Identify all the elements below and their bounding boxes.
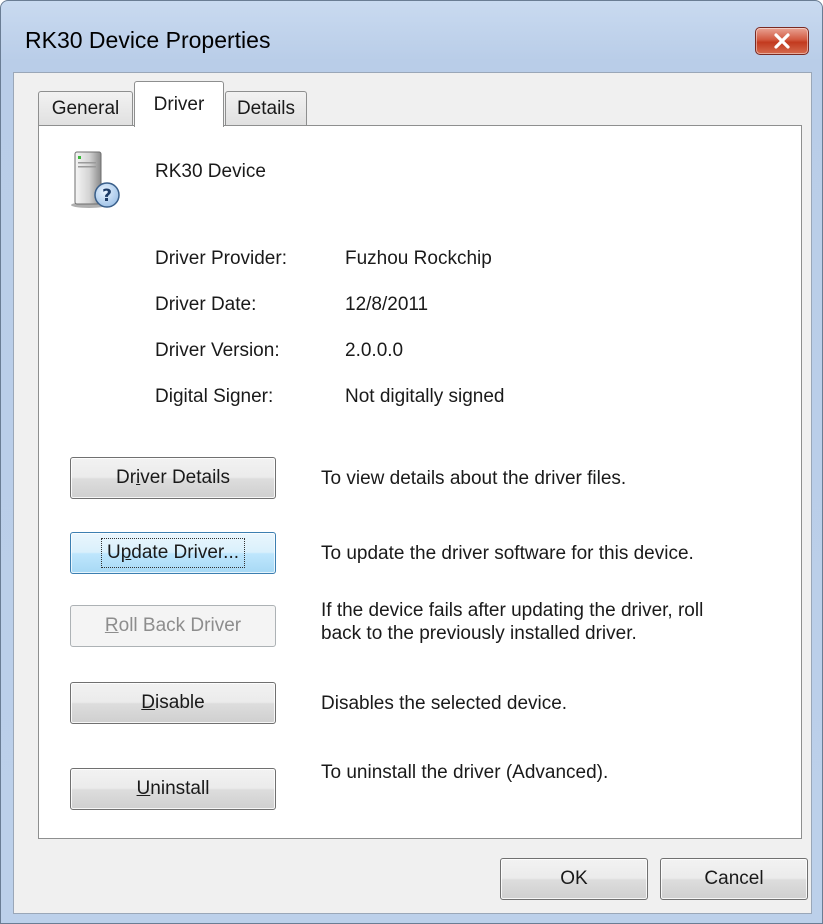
tab-driver[interactable]: Driver bbox=[134, 81, 224, 127]
driver-provider-label: Driver Provider: bbox=[155, 248, 287, 269]
window-title: RK30 Device Properties bbox=[25, 27, 271, 53]
tab-general-label: General bbox=[51, 98, 120, 119]
digital-signer-value: Not digitally signed bbox=[345, 386, 505, 407]
driver-version-value: 2.0.0.0 bbox=[345, 340, 404, 361]
roll-back-driver-button-label: Roll Back Driver bbox=[104, 615, 242, 636]
driver-details-button-label: Driver Details bbox=[115, 467, 231, 488]
disable-description: Disables the selected device. bbox=[321, 693, 568, 714]
uninstall-description: To uninstall the driver (Advanced). bbox=[321, 762, 609, 783]
tab-details[interactable]: Details bbox=[225, 91, 307, 126]
ok-button[interactable]: OK bbox=[500, 858, 648, 900]
dialog-client-area: General Driver Details ? RK30 Device Dri… bbox=[13, 72, 812, 914]
disable-button[interactable]: Disable bbox=[70, 682, 276, 724]
driver-version-label: Driver Version: bbox=[155, 340, 280, 361]
driver-details-description: To view details about the driver files. bbox=[321, 468, 627, 489]
digital-signer-label: Digital Signer: bbox=[155, 386, 274, 407]
tab-driver-label: Driver bbox=[153, 93, 205, 115]
driver-date-label: Driver Date: bbox=[155, 294, 257, 315]
update-driver-button-label: Update Driver... bbox=[100, 538, 246, 568]
driver-date-value: 12/8/2011 bbox=[345, 294, 429, 315]
uninstall-button-label: Uninstall bbox=[136, 778, 210, 799]
driver-details-button[interactable]: Driver Details bbox=[70, 457, 276, 499]
update-driver-description: To update the driver software for this d… bbox=[321, 543, 694, 564]
ok-button-label: OK bbox=[560, 868, 588, 889]
disable-button-label: Disable bbox=[141, 692, 205, 713]
cancel-button[interactable]: Cancel bbox=[660, 858, 808, 900]
driver-tab-panel: ? RK30 Device Driver Provider: Fuzhou Ro… bbox=[38, 125, 802, 839]
close-button[interactable] bbox=[755, 27, 809, 55]
uninstall-button[interactable]: Uninstall bbox=[70, 768, 276, 810]
roll-back-description-line1: If the device fails after updating the d… bbox=[321, 600, 704, 621]
update-driver-button[interactable]: Update Driver... bbox=[70, 532, 276, 574]
roll-back-driver-button[interactable]: Roll Back Driver bbox=[70, 605, 276, 647]
driver-provider-value: Fuzhou Rockchip bbox=[345, 248, 492, 269]
close-icon bbox=[774, 33, 790, 49]
svg-text:?: ? bbox=[102, 186, 112, 206]
title-bar[interactable]: RK30 Device Properties bbox=[1, 1, 822, 71]
roll-back-description-line2: back to the previously installed driver. bbox=[321, 623, 637, 644]
cancel-button-label: Cancel bbox=[704, 868, 764, 889]
tab-details-label: Details bbox=[236, 98, 296, 119]
tab-general[interactable]: General bbox=[38, 91, 133, 126]
device-unknown-icon: ? bbox=[71, 151, 120, 208]
device-name: RK30 Device bbox=[155, 161, 266, 182]
dialog-window: RK30 Device Properties General Driver De… bbox=[0, 0, 823, 924]
